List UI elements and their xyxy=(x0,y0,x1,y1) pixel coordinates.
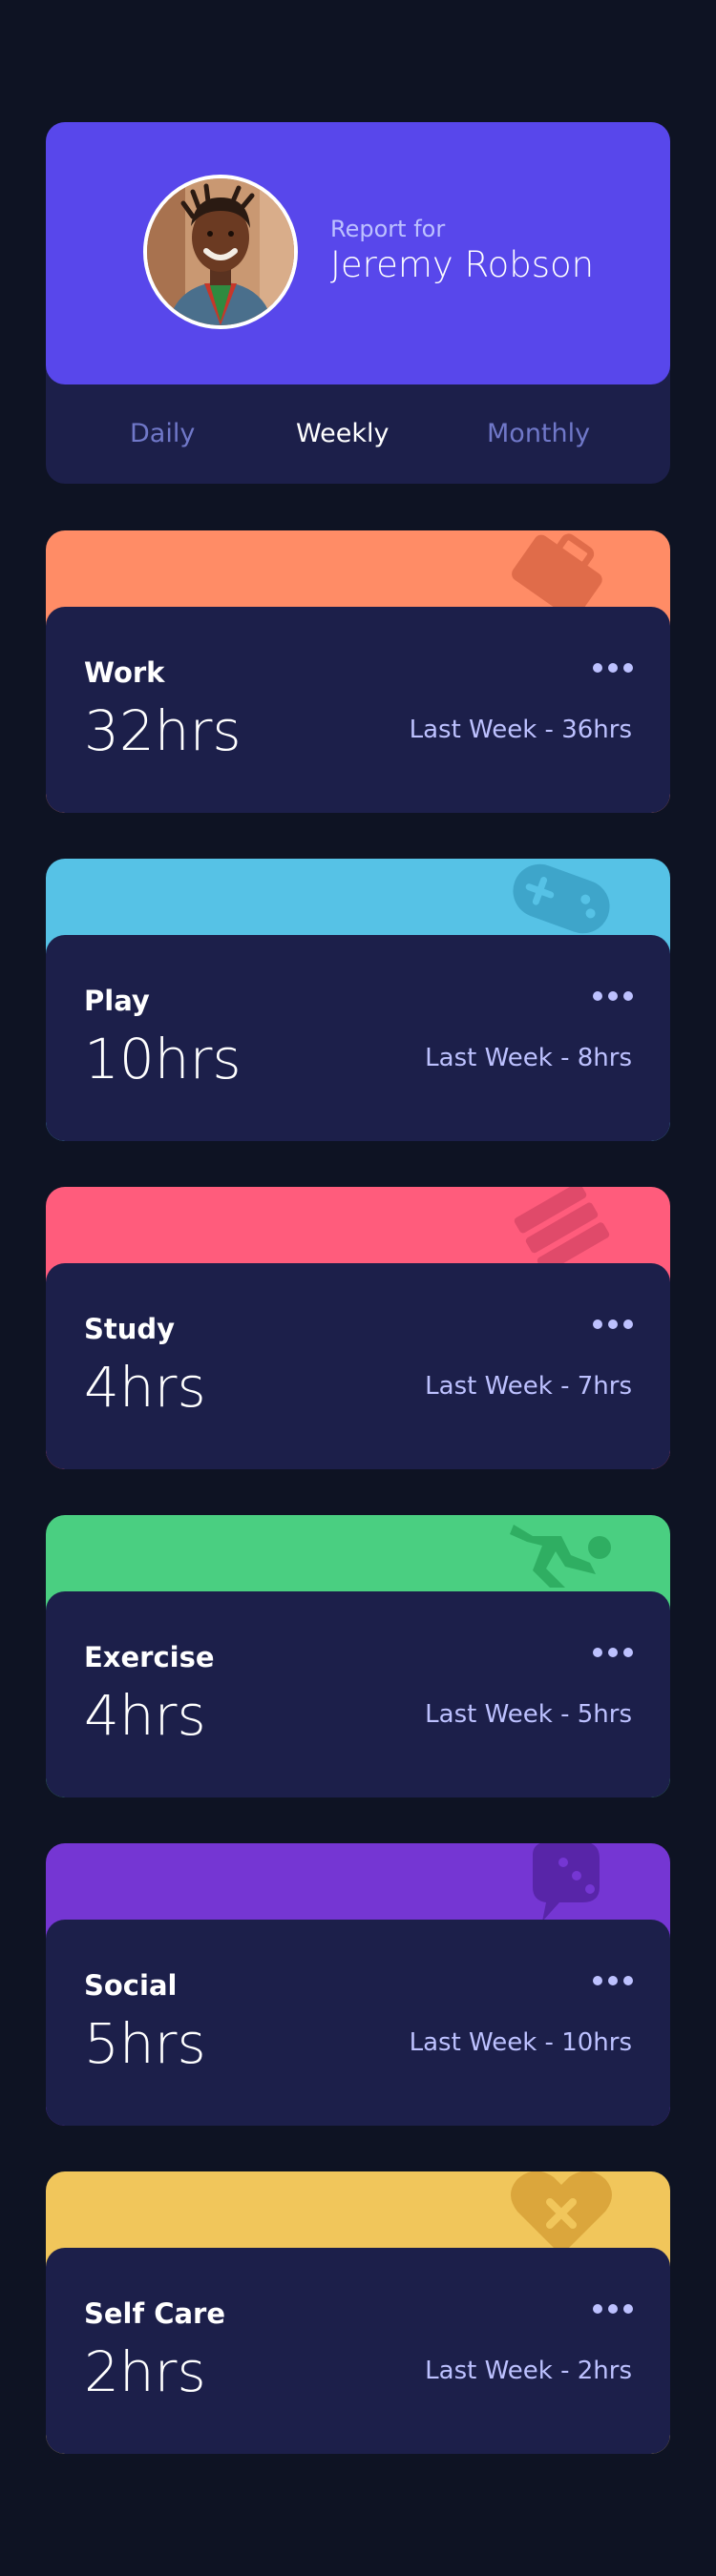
more-options-icon[interactable] xyxy=(592,1645,634,1660)
activity-card-study: Study 4hrs Last Week - 7hrs xyxy=(46,1187,670,1469)
heart-icon xyxy=(511,2171,612,2255)
activity-panel[interactable]: Social 5hrs Last Week - 10hrs xyxy=(46,1920,670,2126)
activity-hours: 4hrs xyxy=(84,1355,206,1420)
activity-card-play: Play 10hrs Last Week - 8hrs xyxy=(46,859,670,1141)
activity-panel[interactable]: Exercise 4hrs Last Week - 5hrs xyxy=(46,1591,670,1797)
dashboard-page: Report for Jeremy Robson Daily Weekly Mo… xyxy=(0,0,716,2576)
activity-panel[interactable]: Play 10hrs Last Week - 8hrs xyxy=(46,935,670,1141)
activity-card-work: Work 32hrs Last Week - 36hrs xyxy=(46,530,670,813)
briefcase-icon xyxy=(512,533,602,618)
timeframe-tabs: Daily Weekly Monthly xyxy=(46,384,670,484)
more-options-icon[interactable] xyxy=(592,1973,634,1988)
avatar xyxy=(143,175,298,329)
profile-header: Report for Jeremy Robson xyxy=(46,122,670,384)
report-for-label: Report for xyxy=(330,216,446,242)
books-icon xyxy=(514,1187,610,1273)
activity-title: Study xyxy=(84,1313,176,1345)
more-options-icon[interactable] xyxy=(592,988,634,1004)
activity-last-week: Last Week - 2hrs xyxy=(425,2357,632,2385)
avatar-image xyxy=(147,178,294,325)
more-options-icon[interactable] xyxy=(592,2301,634,2316)
tab-daily[interactable]: Daily xyxy=(130,419,195,448)
activity-panel[interactable]: Work 32hrs Last Week - 36hrs xyxy=(46,607,670,813)
activity-last-week: Last Week - 36hrs xyxy=(409,716,632,744)
more-options-icon[interactable] xyxy=(592,660,634,675)
activity-hours: 5hrs xyxy=(84,2011,206,2076)
activity-title: Social xyxy=(84,1969,178,2002)
activity-card-social: Social 5hrs Last Week - 10hrs xyxy=(46,1843,670,2126)
activity-title: Play xyxy=(84,985,150,1017)
activity-panel[interactable]: Self Care 2hrs Last Week - 2hrs xyxy=(46,2248,670,2454)
runner-icon xyxy=(510,1525,611,1588)
tab-monthly[interactable]: Monthly xyxy=(487,419,590,448)
more-options-icon[interactable] xyxy=(592,1317,634,1332)
activity-hours: 4hrs xyxy=(84,1683,206,1748)
activity-panel[interactable]: Study 4hrs Last Week - 7hrs xyxy=(46,1263,670,1469)
chat-icon xyxy=(533,1843,600,1922)
activity-title: Work xyxy=(84,656,165,689)
gamepad-icon xyxy=(513,863,610,934)
activity-card-exercise: Exercise 4hrs Last Week - 5hrs xyxy=(46,1515,670,1797)
activity-last-week: Last Week - 8hrs xyxy=(425,1044,632,1072)
activity-last-week: Last Week - 10hrs xyxy=(409,2028,632,2057)
tab-weekly[interactable]: Weekly xyxy=(296,419,389,448)
profile-card: Report for Jeremy Robson Daily Weekly Mo… xyxy=(46,122,670,484)
activity-hours: 32hrs xyxy=(84,698,242,763)
user-name: Jeremy Robson xyxy=(330,244,595,285)
activity-title: Self Care xyxy=(84,2297,226,2330)
activity-last-week: Last Week - 5hrs xyxy=(425,1700,632,1729)
activity-title: Exercise xyxy=(84,1641,215,1673)
activity-card-self-care: Self Care 2hrs Last Week - 2hrs xyxy=(46,2171,670,2454)
activity-hours: 10hrs xyxy=(84,1027,242,1091)
activity-hours: 2hrs xyxy=(84,2339,206,2404)
activity-last-week: Last Week - 7hrs xyxy=(425,1372,632,1401)
